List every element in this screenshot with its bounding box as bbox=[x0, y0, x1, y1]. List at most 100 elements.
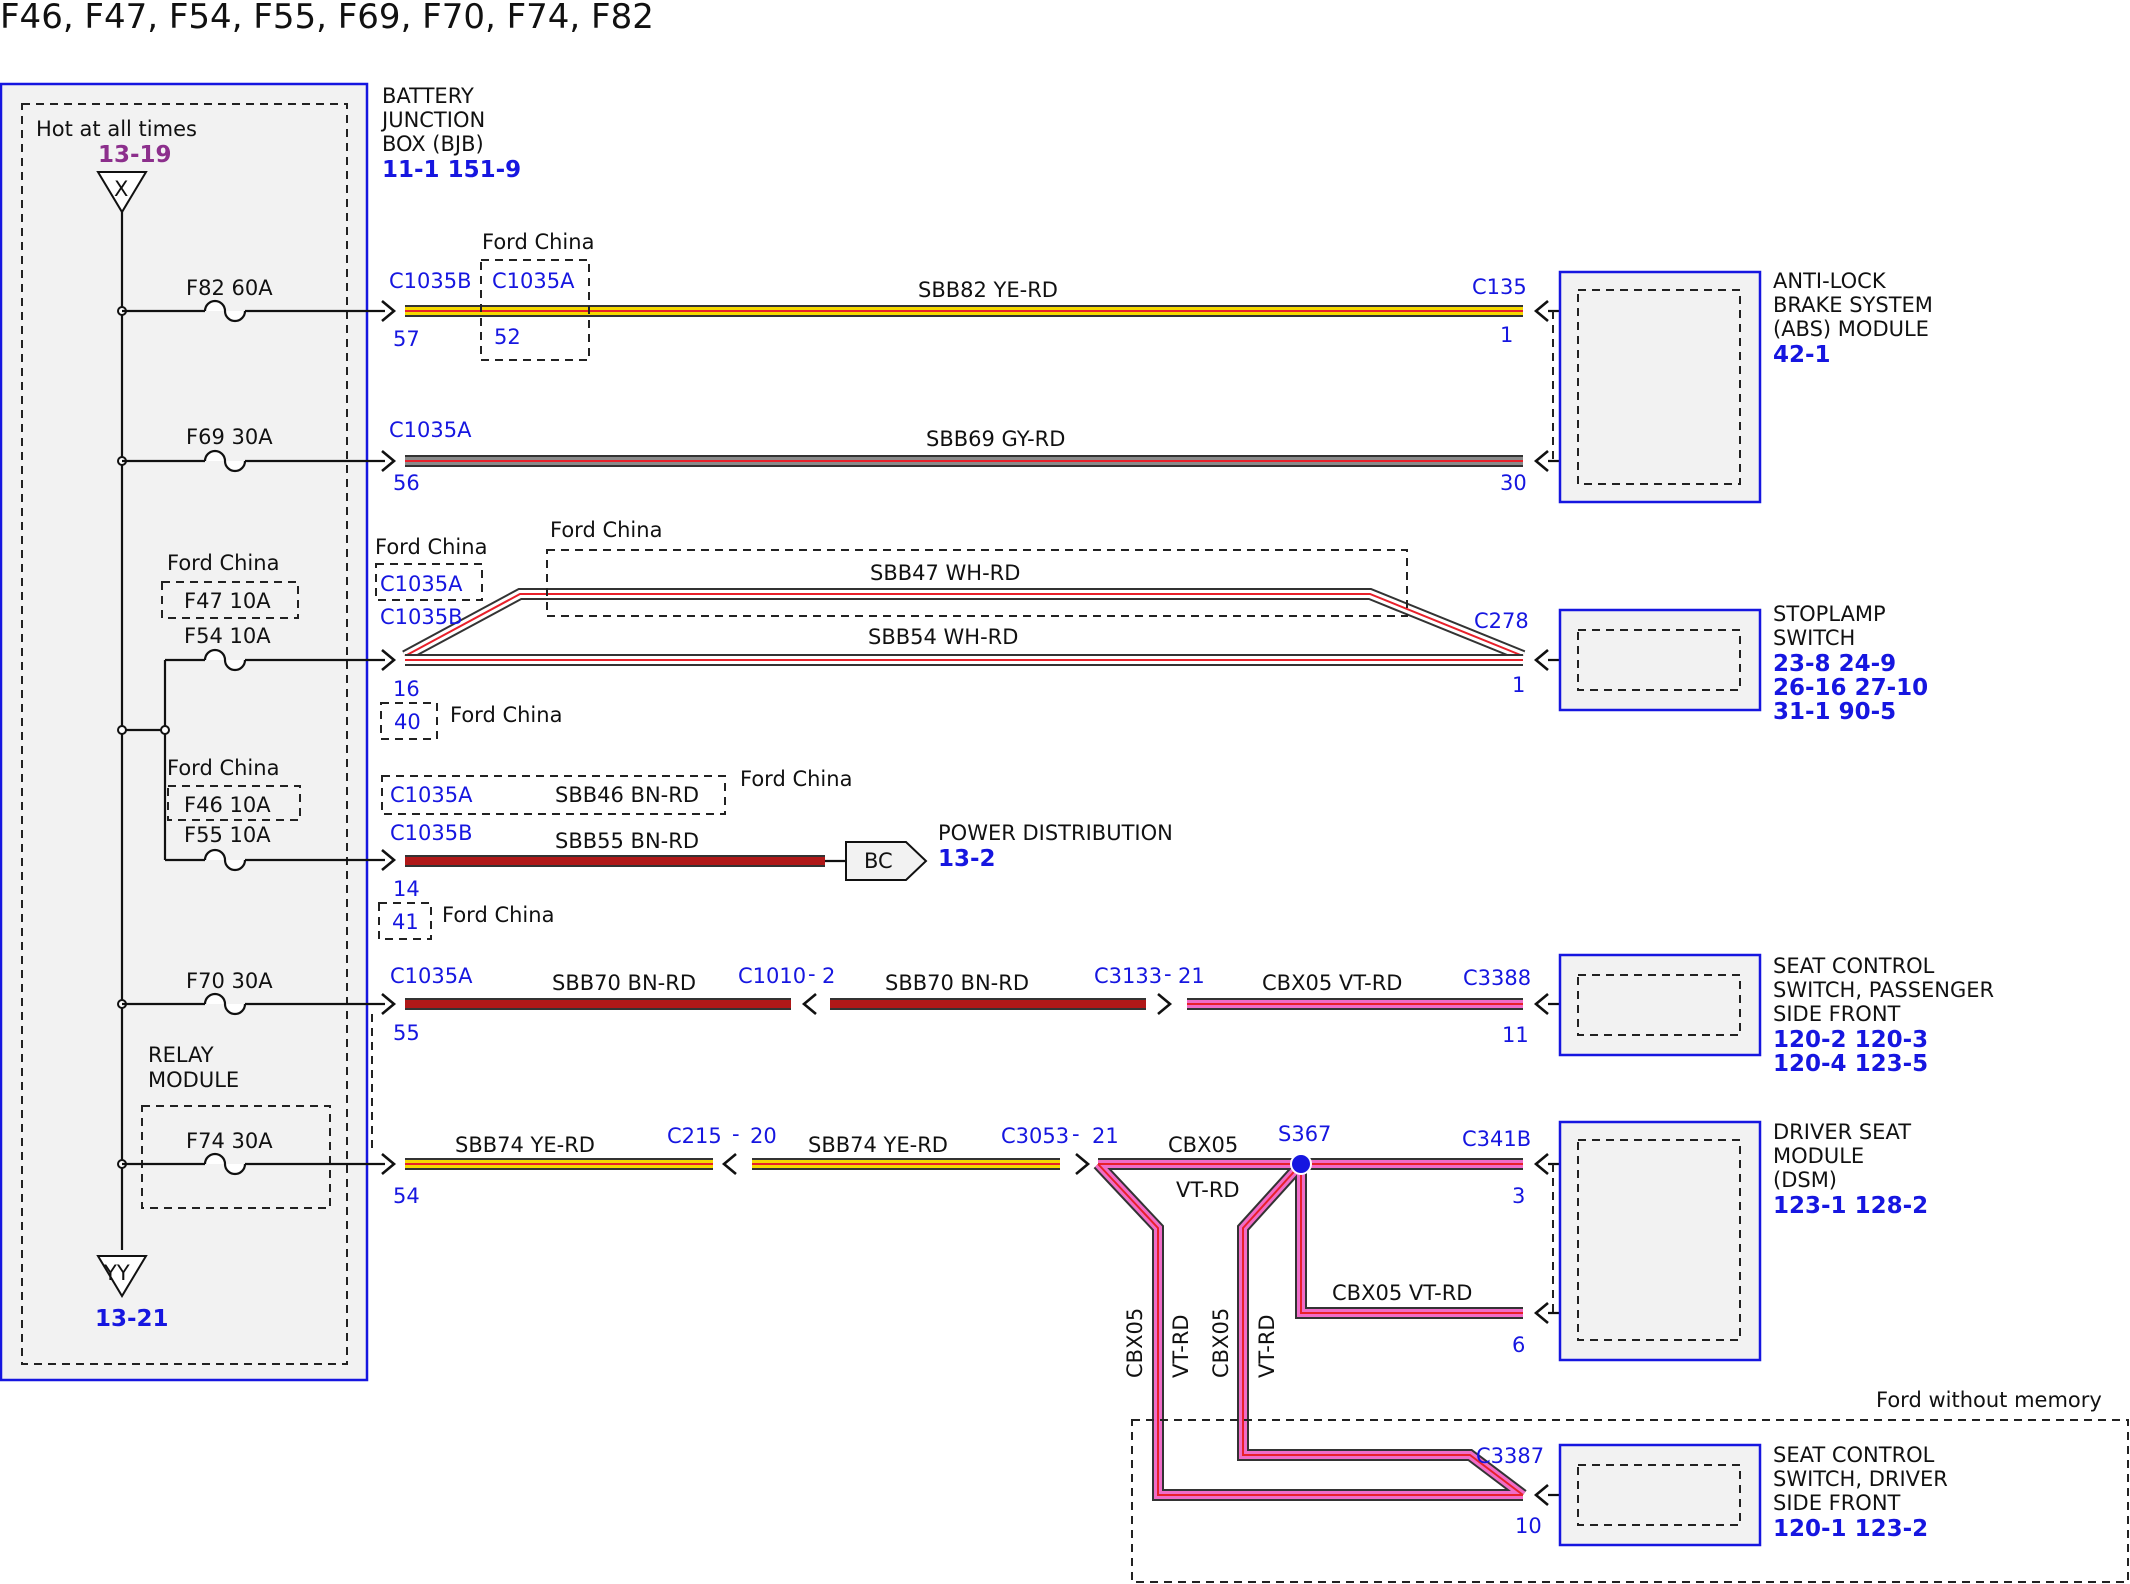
bc-ref: 13-2 bbox=[938, 846, 996, 872]
pin-number: 6 bbox=[1512, 1333, 1525, 1357]
bjb-label-1: BATTERY bbox=[382, 84, 474, 108]
connector-label: C1035B bbox=[389, 269, 472, 293]
fuse-label: F46 10A bbox=[184, 793, 271, 817]
ground-symbol: YY bbox=[103, 1261, 130, 1285]
pin-number: 1 bbox=[1500, 323, 1513, 347]
circuit-label: SBB74 YE-RD bbox=[808, 1133, 948, 1157]
circuit-label-vertical: CBX05 bbox=[1209, 1308, 1233, 1378]
pin-number: 21 bbox=[1178, 964, 1205, 988]
circuit-label: CBX05 bbox=[1168, 1133, 1238, 1157]
connector-dash: - bbox=[1164, 962, 1172, 986]
fuse-label: F55 10A bbox=[184, 823, 271, 847]
connector-label: C3133 bbox=[1094, 964, 1162, 988]
pin-number: 16 bbox=[393, 677, 420, 701]
module-label: SIDE FRONT bbox=[1773, 1491, 1901, 1515]
connector-dash: - bbox=[1072, 1122, 1080, 1146]
pin-number: 55 bbox=[393, 1021, 420, 1045]
module-label: (ABS) MODULE bbox=[1773, 317, 1929, 341]
module-label: SWITCH, PASSENGER bbox=[1773, 978, 1994, 1002]
pin-number: 20 bbox=[750, 1124, 777, 1148]
ford-china-label: Ford China bbox=[482, 230, 594, 254]
circuit-label: SBB69 GY-RD bbox=[926, 427, 1065, 451]
pin-number: 11 bbox=[1502, 1023, 1529, 1047]
module-label: SEAT CONTROL bbox=[1773, 1443, 1935, 1467]
driver-seat-module: DRIVER SEAT MODULE (DSM) 123-1 128-2 bbox=[1558, 1120, 1928, 1362]
circuit-label: SBB54 WH-RD bbox=[868, 625, 1018, 649]
pin-number: 54 bbox=[393, 1184, 420, 1208]
connector-label: C135 bbox=[1472, 275, 1527, 299]
module-label: SWITCH, DRIVER bbox=[1773, 1467, 1948, 1491]
hot-ref: 13-19 bbox=[98, 142, 172, 168]
pin-number: 2 bbox=[822, 964, 835, 988]
hot-at-all-times-label: Hot at all times bbox=[36, 117, 197, 141]
module-ref: 26-16 27-10 bbox=[1773, 675, 1928, 701]
pin-number: 30 bbox=[1500, 471, 1527, 495]
pin-number: 1 bbox=[1512, 673, 1525, 697]
module-label: (DSM) bbox=[1773, 1168, 1837, 1192]
connector-label: C1035A bbox=[390, 964, 473, 988]
driver-seat-switch: SEAT CONTROL SWITCH, DRIVER SIDE FRONT 1… bbox=[1558, 1443, 1948, 1547]
connector-label: C1035A bbox=[380, 572, 463, 596]
abs-module: ANTI-LOCK BRAKE SYSTEM (ABS) MODULE 42-1 bbox=[1558, 269, 1933, 504]
connector-label: C1010 bbox=[738, 964, 806, 988]
pin-number: 40 bbox=[394, 710, 421, 734]
fuse-label: F54 10A bbox=[184, 624, 271, 648]
fuse-label: F70 30A bbox=[186, 969, 273, 993]
circuit-label: SBB74 YE-RD bbox=[455, 1133, 595, 1157]
relay-label-2: MODULE bbox=[148, 1068, 239, 1092]
module-label: SEAT CONTROL bbox=[1773, 954, 1935, 978]
connector-label: C341B bbox=[1462, 1127, 1531, 1151]
module-label: SWITCH bbox=[1773, 626, 1855, 650]
ford-china-label: Ford China bbox=[450, 703, 562, 727]
module-label: BRAKE SYSTEM bbox=[1773, 293, 1933, 317]
fuse-label: F47 10A bbox=[184, 589, 271, 613]
connector-label: C1035A bbox=[389, 418, 472, 442]
ford-china-label: Ford China bbox=[442, 903, 554, 927]
ford-without-memory-label: Ford without memory bbox=[1876, 1388, 2102, 1412]
bjb-label-3: BOX (BJB) bbox=[382, 132, 484, 156]
module-label: STOPLAMP bbox=[1773, 602, 1886, 626]
bjb-label-2: JUNCTION bbox=[380, 108, 485, 132]
module-label: SIDE FRONT bbox=[1773, 1002, 1901, 1026]
connector-label: C3053 bbox=[1001, 1124, 1069, 1148]
connector-label: C215 bbox=[667, 1124, 722, 1148]
module-ref: 120-2 120-3 bbox=[1773, 1027, 1928, 1053]
connector-label: C1035B bbox=[380, 605, 463, 629]
splice-s367-icon bbox=[1290, 1153, 1312, 1175]
ford-china-label: Ford China bbox=[375, 535, 487, 559]
splice-label: S367 bbox=[1278, 1122, 1331, 1146]
circuit-label: SBB47 WH-RD bbox=[870, 561, 1020, 585]
wiring-diagram: F46, F47, F54, F55, F69, F70, F74, F82 H… bbox=[0, 0, 2129, 1583]
hot-symbol: X bbox=[114, 177, 128, 201]
circuit-label-vertical: VT-RD bbox=[1255, 1314, 1279, 1378]
connector-label: C3387 bbox=[1476, 1444, 1544, 1468]
circuit-label: SBB70 BN-RD bbox=[885, 971, 1029, 995]
wire-cbx05-dsm bbox=[1093, 1158, 1527, 1501]
ground-ref: 13-21 bbox=[95, 1306, 169, 1332]
bjb-refs: 11-1 151-9 bbox=[382, 157, 521, 183]
bc-text: POWER DISTRIBUTION bbox=[938, 821, 1173, 845]
pin-number: 41 bbox=[392, 910, 419, 934]
circuit-label: CBX05 VT-RD bbox=[1262, 971, 1402, 995]
ford-china-label: Ford China bbox=[167, 756, 279, 780]
connector-label: C1035B bbox=[390, 821, 473, 845]
module-ref: 23-8 24-9 bbox=[1773, 651, 1896, 677]
module-label: ANTI-LOCK bbox=[1773, 269, 1887, 293]
relay-label-1: RELAY bbox=[148, 1043, 214, 1067]
pin-number: 10 bbox=[1515, 1514, 1542, 1538]
pin-number: 14 bbox=[393, 877, 420, 901]
page-title: F46, F47, F54, F55, F69, F70, F74, F82 bbox=[0, 0, 654, 37]
module-ref: 120-1 123-2 bbox=[1773, 1516, 1928, 1542]
fuse-label: F74 30A bbox=[186, 1129, 273, 1153]
passenger-seat-switch: SEAT CONTROL SWITCH, PASSENGER SIDE FRON… bbox=[1558, 953, 1994, 1077]
bjb-box bbox=[0, 82, 369, 1382]
connector-label: C1035A bbox=[390, 783, 473, 807]
connector-dash: - bbox=[808, 962, 816, 986]
circuit-label: VT-RD bbox=[1176, 1178, 1240, 1202]
circuit-label-vertical: VT-RD bbox=[1169, 1314, 1193, 1378]
pin-number: 56 bbox=[393, 471, 420, 495]
pin-number: 52 bbox=[494, 325, 521, 349]
module-ref: 123-1 128-2 bbox=[1773, 1193, 1928, 1219]
module-ref: 120-4 123-5 bbox=[1773, 1051, 1928, 1077]
fuse-label: F69 30A bbox=[186, 425, 273, 449]
